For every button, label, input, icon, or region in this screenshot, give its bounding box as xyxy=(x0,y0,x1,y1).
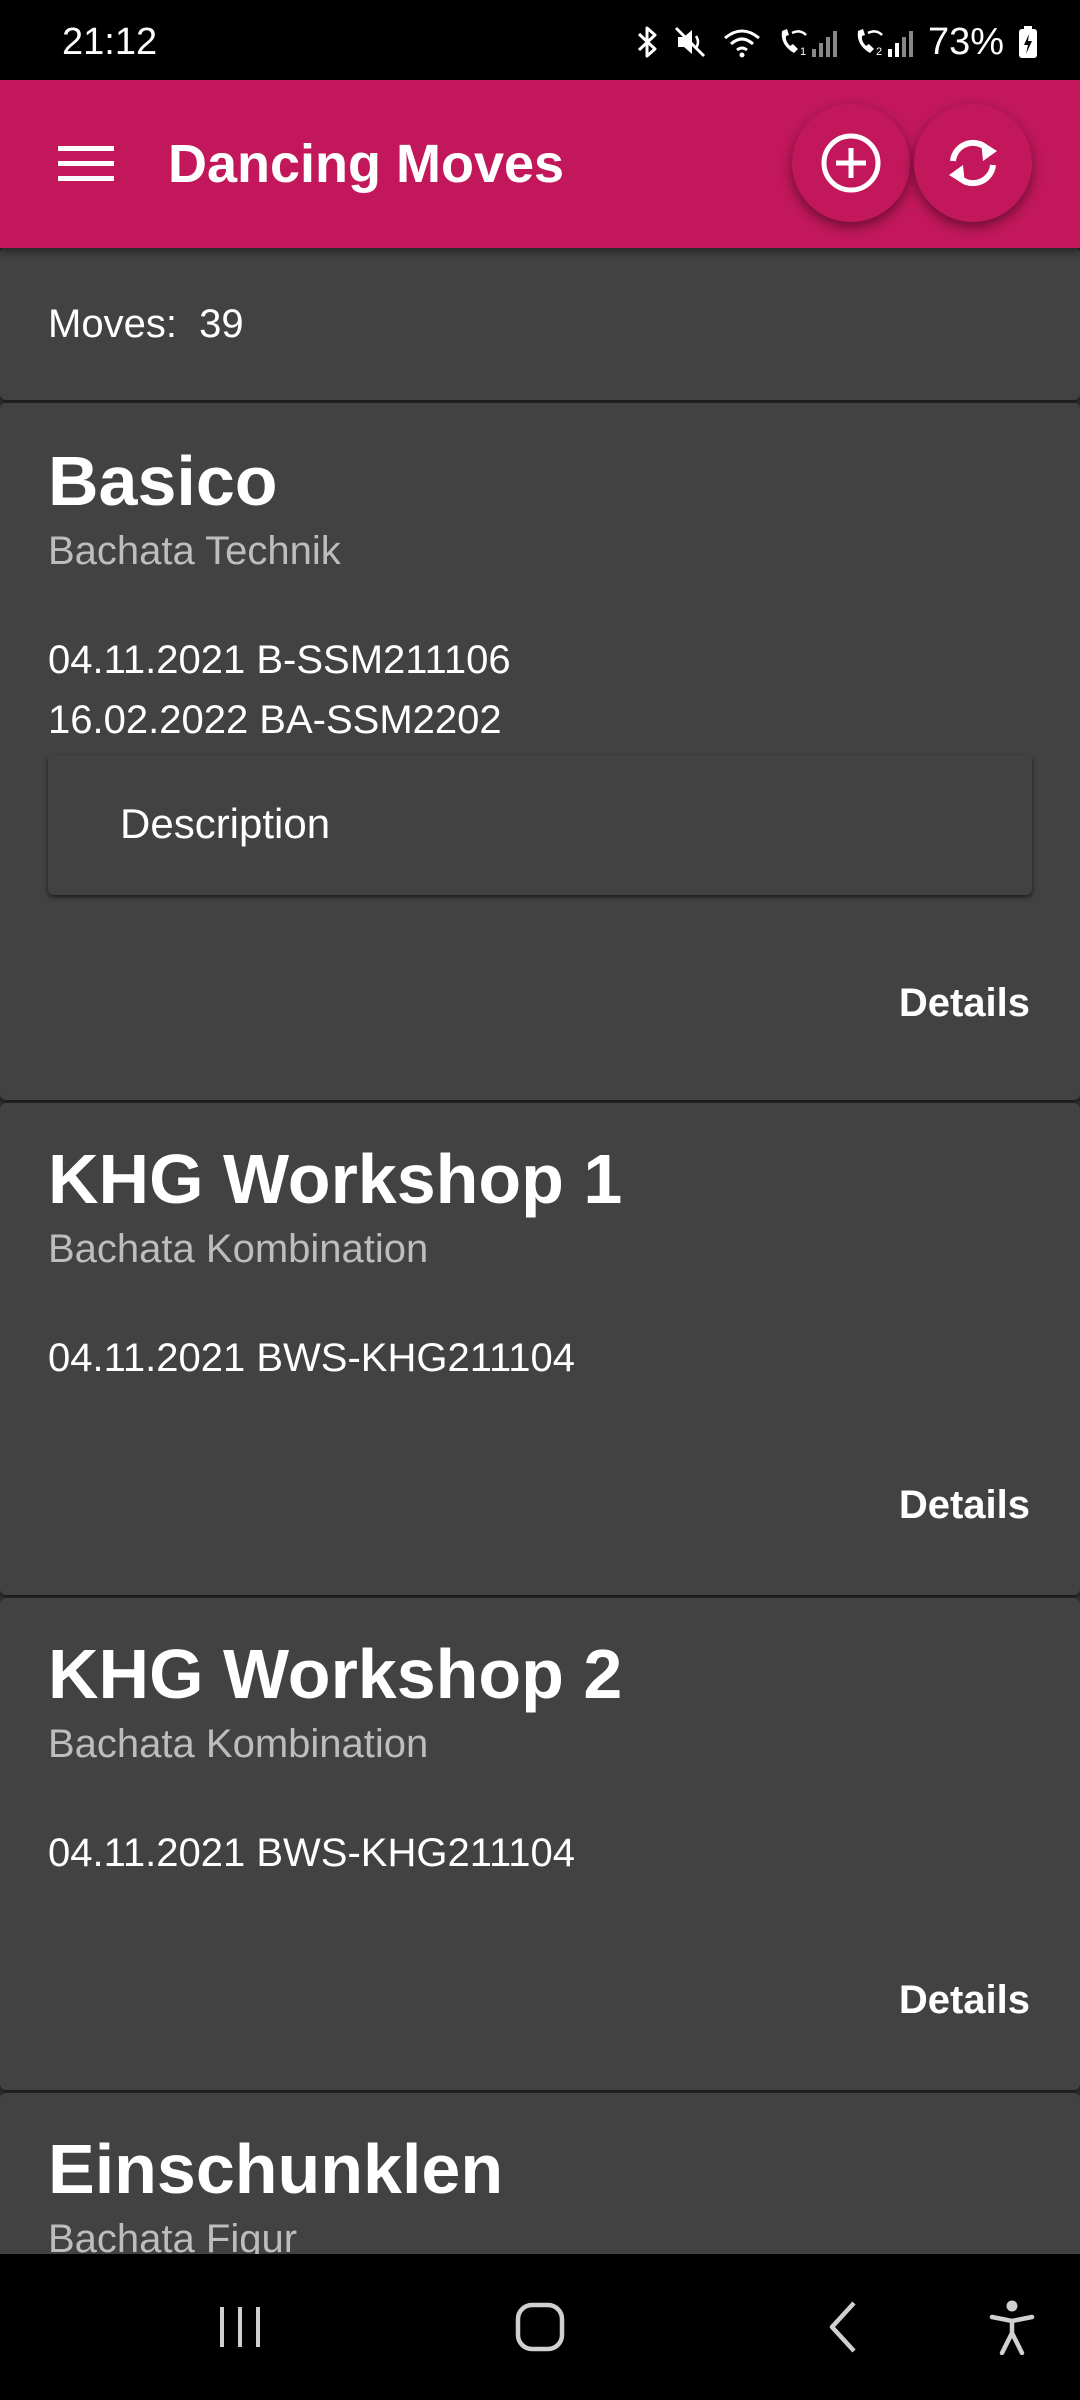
recent-apps-button[interactable] xyxy=(160,2254,320,2400)
move-title: Einschunklen xyxy=(48,2130,504,2208)
accessibility-button[interactable] xyxy=(932,2254,1080,2400)
move-session: 16.02.2022 BA-SSM2202 xyxy=(48,698,502,742)
hamburger-menu-icon xyxy=(58,146,114,181)
description-panel[interactable]: Description xyxy=(48,755,1032,895)
wifi-call-1-icon: 1 xyxy=(781,29,837,58)
moves-count-card: Moves: 39 xyxy=(0,248,1080,400)
accessibility-icon xyxy=(989,2300,1035,2355)
move-card: Einschunklen Bachata Figur xyxy=(0,2093,1080,2254)
move-style: Bachata Figur xyxy=(48,2217,298,2254)
back-button[interactable] xyxy=(764,2254,924,2400)
home-button[interactable] xyxy=(460,2254,620,2400)
app-screen: 21:12 1 2 73% Dancing Moves Moves: 39 Ba… xyxy=(0,0,1080,2400)
app-bar: Dancing Moves xyxy=(0,80,1080,248)
menu-button[interactable] xyxy=(58,124,158,204)
battery-charging-icon xyxy=(1019,26,1037,58)
move-style: Bachata Kombination xyxy=(48,1227,429,1271)
move-style: Bachata Technik xyxy=(48,529,341,573)
move-title: KHG Workshop 1 xyxy=(48,1140,623,1218)
move-session: 04.11.2021 BWS-KHG211104 xyxy=(48,1831,575,1875)
sync-icon xyxy=(949,139,997,187)
move-card: Basico Bachata Technik 04.11.2021 B-SSM2… xyxy=(0,403,1080,1100)
bluetooth-icon xyxy=(637,26,657,58)
add-move-button[interactable] xyxy=(792,104,910,222)
moves-list[interactable]: Moves: 39 Basico Bachata Technik 04.11.2… xyxy=(0,248,1080,2254)
navigation-bar xyxy=(0,2254,1080,2400)
refresh-button[interactable] xyxy=(914,104,1032,222)
back-icon xyxy=(829,2301,856,2353)
moves-count: Moves: 39 xyxy=(48,302,244,346)
battery-percentage: 73% xyxy=(927,21,1004,63)
wifi-call-2-icon: 2 xyxy=(857,29,913,58)
move-title: Basico xyxy=(48,442,278,520)
status-icons: 1 2 73% xyxy=(636,20,1038,64)
details-button[interactable]: Details xyxy=(897,1960,1032,2040)
move-card: KHG Workshop 2 Bachata Kombination 04.11… xyxy=(0,1598,1080,2090)
svg-text:2: 2 xyxy=(876,46,882,58)
details-button[interactable]: Details xyxy=(897,1465,1032,1545)
app-title: Dancing Moves xyxy=(168,134,565,194)
home-icon xyxy=(515,2302,565,2352)
move-session: 04.11.2021 BWS-KHG211104 xyxy=(48,1336,575,1380)
description-label: Description xyxy=(120,800,331,847)
move-session: 04.11.2021 B-SSM211106 xyxy=(48,638,511,682)
details-button[interactable]: Details xyxy=(897,963,1032,1043)
svg-text:1: 1 xyxy=(800,46,806,58)
add-circle-icon xyxy=(821,133,881,193)
status-time: 21:12 xyxy=(62,21,158,63)
wifi-icon xyxy=(723,29,760,58)
move-style: Bachata Kombination xyxy=(48,1722,429,1766)
recent-apps-icon xyxy=(220,2307,260,2347)
mute-icon xyxy=(674,26,705,58)
move-title: KHG Workshop 2 xyxy=(48,1635,623,1713)
move-card: KHG Workshop 1 Bachata Kombination 04.11… xyxy=(0,1103,1080,1595)
status-bar: 21:12 1 2 73% xyxy=(0,0,1080,80)
